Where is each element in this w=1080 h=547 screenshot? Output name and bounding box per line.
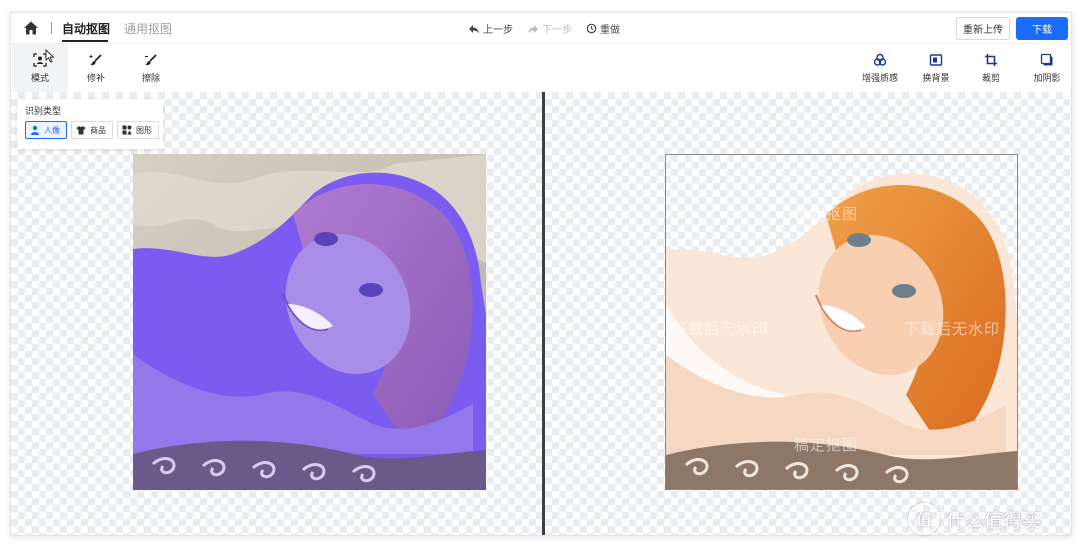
type-product[interactable]: 商品 — [71, 121, 113, 139]
type-portrait-label: 人像 — [44, 125, 60, 135]
history-icon — [586, 23, 597, 34]
erase-brush-icon — [145, 53, 157, 65]
recognition-type-panel: 识别类型 人像 商品 图形 — [17, 99, 163, 149]
background-label: 换背景 — [922, 73, 950, 84]
recognition-title: 识别类型 — [25, 107, 62, 117]
redo-button[interactable]: 下一步 — [527, 21, 572, 36]
tab-auto-cutout[interactable]: 自动抠图 — [62, 20, 110, 37]
app-window: 自动抠图 通用抠图 上一步 下一步 重做 重新上传 下载 模式 修补 擦除 增强… — [10, 12, 1072, 536]
download-button[interactable]: 下载 — [1016, 17, 1068, 40]
enhance-tool[interactable]: 增强质感 — [852, 44, 908, 92]
home-icon[interactable] — [23, 20, 39, 36]
reset-label: 重做 — [600, 25, 620, 36]
original-photo[interactable] — [133, 154, 486, 490]
redo-label: 下一步 — [542, 25, 572, 36]
background-icon — [929, 53, 943, 66]
watermark-text: 下载后无水印 — [904, 320, 1001, 338]
change-background-tool[interactable]: 换背景 — [908, 44, 964, 92]
active-tab-underline — [62, 40, 108, 42]
mode-label: 模式 — [30, 73, 49, 84]
shirt-icon — [76, 126, 86, 135]
undo-icon — [469, 24, 479, 33]
logo-text: 什么值得买 — [946, 509, 1042, 532]
result-photo[interactable]: 稿定抠图 下载后无水印 下载后无水印 稿定抠图 — [665, 154, 1018, 490]
crop-label: 裁剪 — [981, 73, 1000, 84]
separator — [51, 22, 52, 34]
erase-tool[interactable]: 擦除 — [123, 44, 179, 92]
mode-tool[interactable]: 模式 — [12, 44, 68, 92]
undo-label: 上一步 — [483, 25, 513, 36]
shadow-label: 加阴影 — [1033, 73, 1061, 84]
enhance-icon — [873, 53, 887, 66]
type-graphic[interactable]: 图形 — [117, 121, 159, 139]
person-icon — [31, 125, 39, 135]
repair-brush-icon — [89, 53, 102, 65]
crop-icon — [985, 53, 997, 66]
type-product-label: 商品 — [90, 125, 106, 135]
erase-label: 擦除 — [141, 73, 160, 84]
type-graphic-label: 图形 — [136, 125, 152, 135]
tab-general-cutout[interactable]: 通用抠图 — [124, 20, 172, 37]
repair-label: 修补 — [86, 73, 105, 84]
shadow-icon — [1040, 53, 1053, 65]
watermark-text: 稿定抠图 — [794, 436, 859, 454]
undo-button[interactable]: 上一步 — [468, 21, 513, 36]
redo-icon — [528, 24, 538, 33]
top-bar: 自动抠图 通用抠图 上一步 下一步 重做 重新上传 下载 — [11, 13, 1071, 44]
reset-button[interactable]: 重做 — [586, 21, 620, 36]
mouse-cursor-icon — [45, 49, 55, 63]
watermark-text: 稿定抠图 — [794, 205, 859, 223]
tool-bar: 模式 修补 擦除 增强质感 换背景 裁剪 加阴影 — [11, 44, 1071, 93]
enhance-label: 增强质感 — [861, 73, 898, 84]
site-logo: 值 什么值得买 — [908, 503, 1041, 535]
masked-portrait-image — [133, 154, 486, 490]
watermark-text: 下载后无水印 — [672, 320, 769, 338]
logo-badge: 值 — [908, 503, 940, 535]
type-portrait[interactable]: 人像 — [25, 121, 67, 139]
crop-tool[interactable]: 裁剪 — [963, 44, 1019, 92]
shapes-icon — [122, 125, 132, 135]
repair-tool[interactable]: 修补 — [68, 44, 124, 92]
shadow-tool[interactable]: 加阴影 — [1019, 44, 1071, 92]
reupload-button[interactable]: 重新上传 — [956, 17, 1010, 40]
